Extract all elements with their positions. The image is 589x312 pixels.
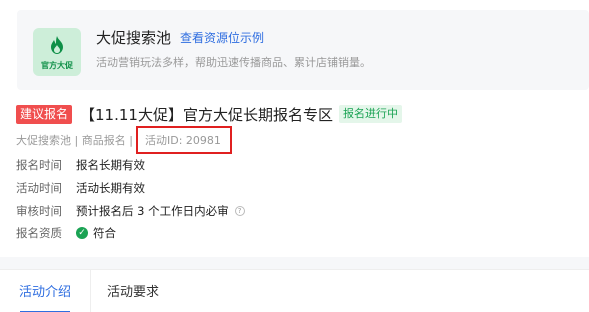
status-badge: 报名进行中: [338, 105, 402, 123]
section-divider: [0, 257, 589, 269]
activity-title-row: 建议报名 【11.11大促】官方大促长期报名专区 报名进行中: [16, 104, 402, 124]
help-icon[interactable]: ?: [234, 206, 245, 216]
info-label: 报名资质: [16, 226, 62, 240]
info-label: 报名时间: [16, 158, 62, 172]
tab-bar: 活动介绍 活动要求: [0, 269, 589, 312]
pool-title: 大促搜索池: [96, 29, 172, 47]
check-circle-icon: ✓: [76, 227, 88, 239]
info-value: 报名长期有效: [76, 158, 145, 172]
view-resource-example-link[interactable]: 查看资源位示例: [180, 29, 264, 46]
flame-icon: [51, 36, 63, 54]
info-row-qualification: 报名资质 ✓ 符合: [16, 225, 116, 241]
info-label: 活动时间: [16, 181, 62, 195]
info-value: 活动长期有效: [76, 181, 145, 195]
suggest-tag: 建议报名: [16, 104, 73, 124]
logo-text: 官方大促: [41, 61, 73, 70]
info-value: 预计报名后 3 个工作日内必审: [76, 204, 229, 218]
tab-activity-intro[interactable]: 活动介绍: [0, 270, 91, 312]
activity-meta: 大促搜索池 | 商品报名 |: [16, 134, 133, 147]
info-row-signup-time: 报名时间 报名长期有效: [16, 157, 145, 173]
info-value: 符合: [93, 226, 116, 240]
info-row-activity-time: 活动时间 活动长期有效: [16, 180, 145, 196]
official-promo-logo: 官方大促: [33, 28, 81, 76]
tab-activity-requirements[interactable]: 活动要求: [107, 270, 159, 312]
activity-title: 【11.11大促】官方大促长期报名专区: [80, 105, 333, 124]
info-row-review-time: 审核时间 预计报名后 3 个工作日内必审 ?: [16, 203, 245, 219]
pool-description: 活动营销玩法多样，帮助迅速传播商品、累计店铺销量。: [96, 56, 371, 69]
resource-pool-card: 官方大促 大促搜索池 查看资源位示例 活动营销玩法多样，帮助迅速传播商品、累计店…: [17, 10, 589, 90]
info-label: 审核时间: [16, 204, 62, 218]
activity-id: 活动ID: 20981: [145, 134, 221, 147]
